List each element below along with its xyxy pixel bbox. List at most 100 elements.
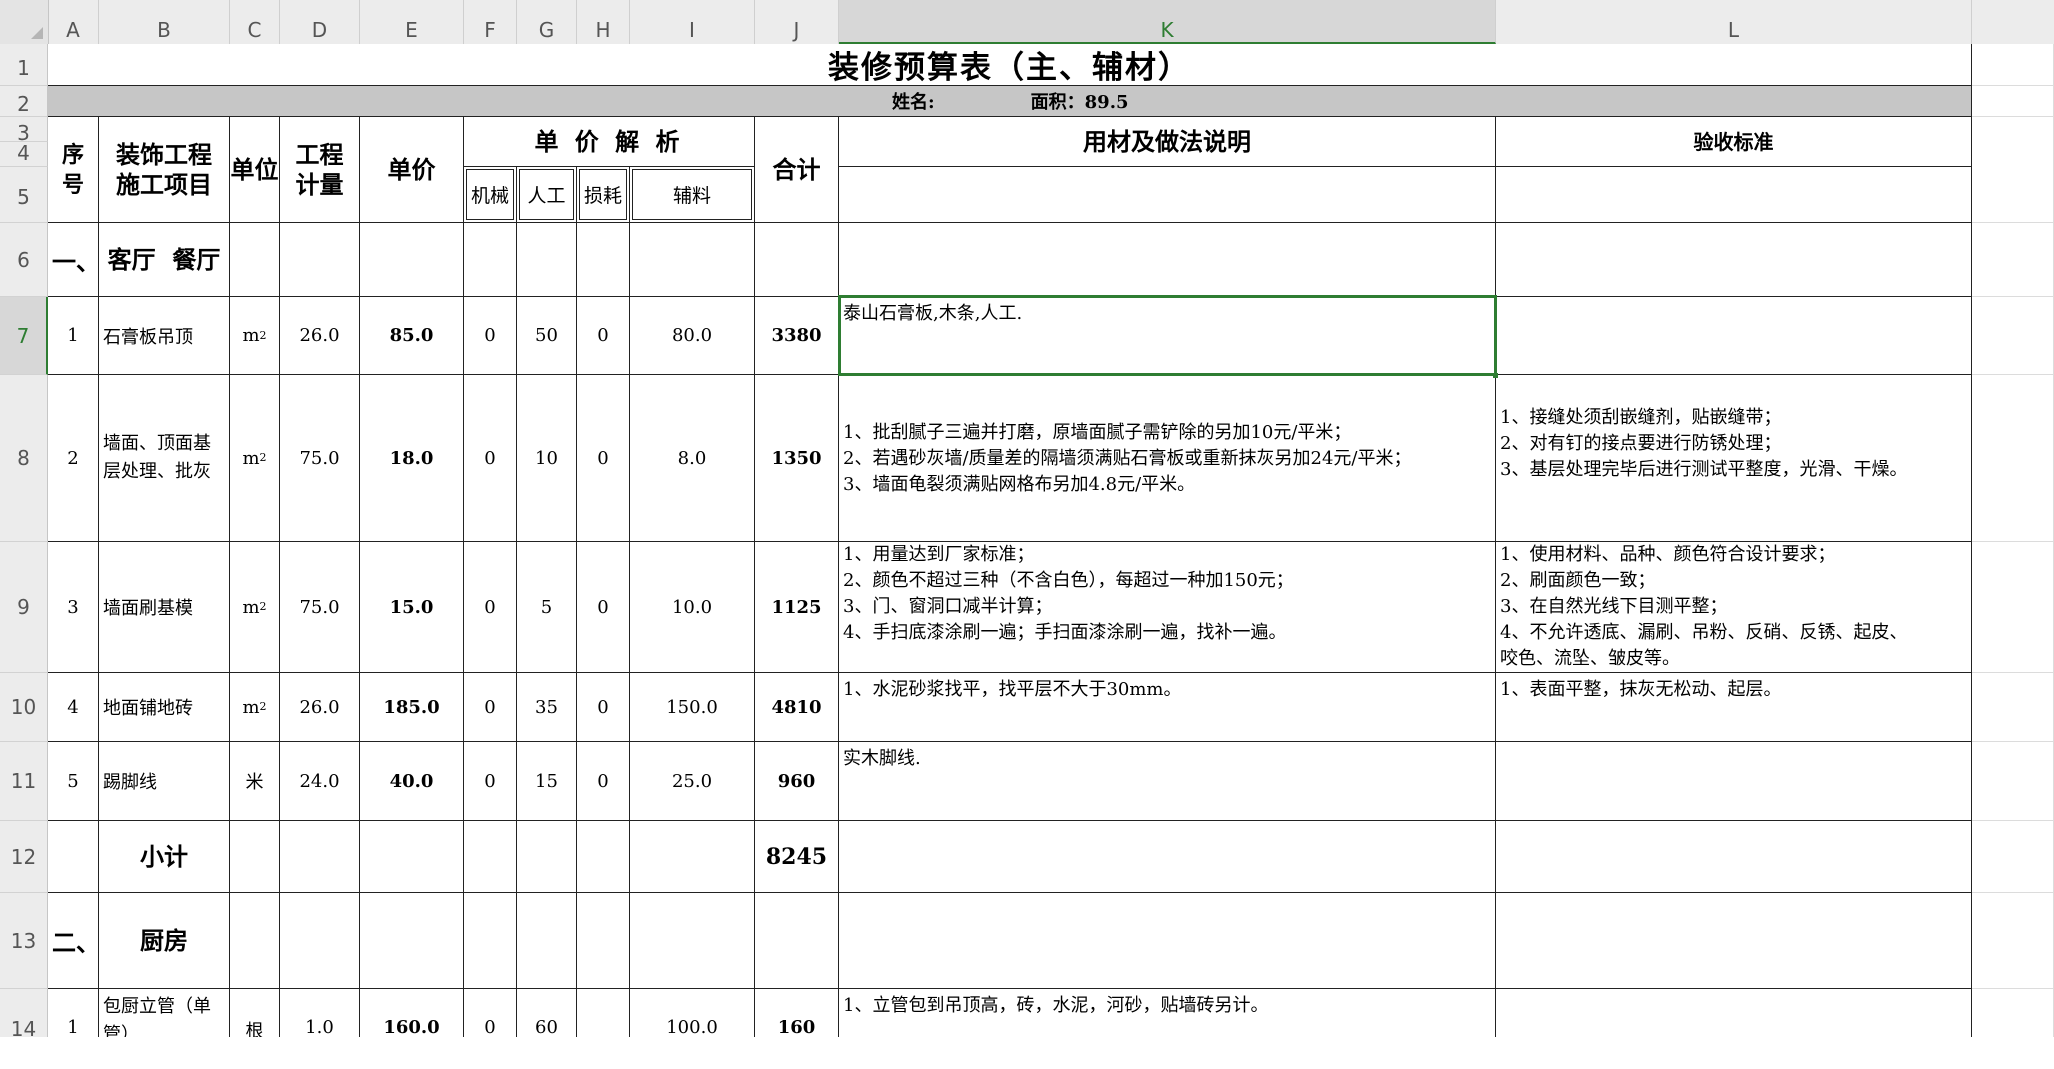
empty-cell[interactable] (360, 821, 464, 893)
item-notes[interactable]: 1、立管包到吊顶高，砖，水泥，河砂，贴墙砖另计。 (839, 989, 1496, 1037)
column-header-k[interactable]: K (839, 0, 1496, 44)
item-loss[interactable]: 0 (577, 673, 630, 742)
column-header-m[interactable] (1972, 0, 2054, 44)
item-qty[interactable]: 26.0 (280, 297, 360, 375)
empty-cell[interactable] (1972, 542, 2054, 673)
item-acceptance[interactable] (1496, 297, 1972, 375)
empty-cell[interactable] (230, 893, 280, 989)
column-header-g[interactable]: G (517, 0, 577, 44)
item-machine[interactable]: 0 (464, 742, 517, 821)
empty-cell[interactable] (1972, 989, 2054, 1037)
column-header-d[interactable]: D (280, 0, 360, 44)
item-name[interactable]: 包厨立管（单 管） (99, 989, 230, 1037)
item-price[interactable]: 40.0 (360, 742, 464, 821)
empty-cell[interactable] (1972, 673, 2054, 742)
item-aux[interactable]: 10.0 (630, 542, 755, 673)
empty-cell[interactable] (1972, 375, 2054, 542)
item-machine[interactable]: 0 (464, 989, 517, 1037)
empty-cell[interactable] (1972, 742, 2054, 821)
empty-cell[interactable] (280, 223, 360, 297)
item-notes[interactable]: 1、批刮腻子三遍并打磨，原墙面腻子需铲除的另加10元/平米； 2、若遇砂灰墙/质… (839, 375, 1496, 542)
column-header-h[interactable]: H (577, 0, 630, 44)
empty-cell[interactable] (1496, 167, 1972, 223)
item-qty[interactable]: 1.0 (280, 989, 360, 1037)
empty-cell[interactable] (1972, 117, 2054, 223)
item-price[interactable]: 85.0 (360, 297, 464, 375)
item-total[interactable]: 1350 (755, 375, 839, 542)
row-header-10[interactable]: 10 (0, 673, 48, 742)
row-header-4[interactable]: 4 (0, 142, 48, 167)
item-total[interactable]: 4810 (755, 673, 839, 742)
column-header-j[interactable]: J (755, 0, 839, 44)
header-machine[interactable]: 机械 (464, 167, 517, 223)
column-header-c[interactable]: C (230, 0, 280, 44)
item-loss[interactable]: 0 (577, 742, 630, 821)
item-aux[interactable]: 8.0 (630, 375, 755, 542)
select-all-corner[interactable] (0, 0, 49, 44)
item-name[interactable]: 踢脚线 (99, 742, 230, 821)
info-band[interactable]: 姓名: 面积：89.5 (48, 86, 1972, 117)
item-no[interactable]: 1 (48, 297, 99, 375)
column-header-f[interactable]: F (464, 0, 517, 44)
item-no[interactable]: 2 (48, 375, 99, 542)
item-qty[interactable]: 24.0 (280, 742, 360, 821)
item-no[interactable]: 1 (48, 989, 99, 1037)
empty-cell[interactable] (230, 223, 280, 297)
row-header-1[interactable]: 1 (0, 44, 48, 86)
item-labor[interactable]: 5 (517, 542, 577, 673)
row-header-14[interactable]: 14 (0, 989, 48, 1041)
item-loss[interactable] (577, 989, 630, 1037)
empty-cell[interactable] (1972, 893, 2054, 989)
empty-cell[interactable] (839, 893, 1496, 989)
sheet-title[interactable]: 装修预算表（主、辅材） (48, 44, 1972, 86)
item-name[interactable]: 地面铺地砖 (99, 673, 230, 742)
item-machine[interactable]: 0 (464, 375, 517, 542)
empty-cell[interactable] (577, 893, 630, 989)
empty-cell[interactable] (280, 893, 360, 989)
empty-cell[interactable] (577, 223, 630, 297)
item-machine[interactable]: 0 (464, 297, 517, 375)
item-total[interactable]: 960 (755, 742, 839, 821)
empty-cell[interactable] (48, 821, 99, 893)
section-name[interactable]: 客厅 餐厅 (99, 223, 230, 297)
item-total[interactable]: 3380 (755, 297, 839, 375)
empty-cell[interactable] (1496, 893, 1972, 989)
item-acceptance[interactable] (1496, 742, 1972, 821)
item-name[interactable]: 墙面、顶面基 层处理、批灰 (99, 375, 230, 542)
empty-cell[interactable] (517, 893, 577, 989)
fill-handle[interactable] (1493, 373, 1498, 378)
empty-cell[interactable] (630, 821, 755, 893)
row-header-7[interactable]: 7 (0, 297, 48, 375)
column-header-a[interactable]: A (48, 0, 99, 44)
subtotal-label[interactable]: 小计 (99, 821, 230, 893)
item-acceptance[interactable]: 1、表面平整，抹灰无松动、起层。 (1496, 673, 1972, 742)
item-name[interactable]: 墙面刷基模 (99, 542, 230, 673)
header-loss[interactable]: 损耗 (577, 167, 630, 223)
column-header-b[interactable]: B (99, 0, 230, 44)
item-labor[interactable]: 15 (517, 742, 577, 821)
empty-cell[interactable] (280, 821, 360, 893)
item-unit[interactable]: m2 (230, 375, 280, 542)
row-header-6[interactable]: 6 (0, 223, 48, 297)
item-no[interactable]: 4 (48, 673, 99, 742)
item-acceptance[interactable]: 1、使用材料、品种、颜色符合设计要求； 2、刷面颜色一致； 3、在自然光线下目测… (1496, 542, 1972, 673)
item-loss[interactable]: 0 (577, 297, 630, 375)
empty-cell[interactable] (839, 167, 1496, 223)
header-qty[interactable]: 工程 计量 (280, 117, 360, 223)
column-header-i[interactable]: I (630, 0, 755, 44)
empty-cell[interactable] (630, 893, 755, 989)
header-labor[interactable]: 人工 (517, 167, 577, 223)
item-aux[interactable]: 25.0 (630, 742, 755, 821)
section-number[interactable]: 二、 (48, 893, 99, 989)
header-notes[interactable]: 用材及做法说明 (839, 117, 1496, 167)
item-labor[interactable]: 60 (517, 989, 577, 1037)
empty-cell[interactable] (1972, 297, 2054, 375)
row-header-9[interactable]: 9 (0, 542, 48, 673)
item-notes[interactable]: 实木脚线. (839, 742, 1496, 821)
item-price[interactable]: 18.0 (360, 375, 464, 542)
header-project[interactable]: 装饰工程 施工项目 (99, 117, 230, 223)
item-no[interactable]: 5 (48, 742, 99, 821)
column-header-e[interactable]: E (360, 0, 464, 44)
header-analysis[interactable]: 单 价 解 析 (464, 117, 755, 167)
item-no[interactable]: 3 (48, 542, 99, 673)
